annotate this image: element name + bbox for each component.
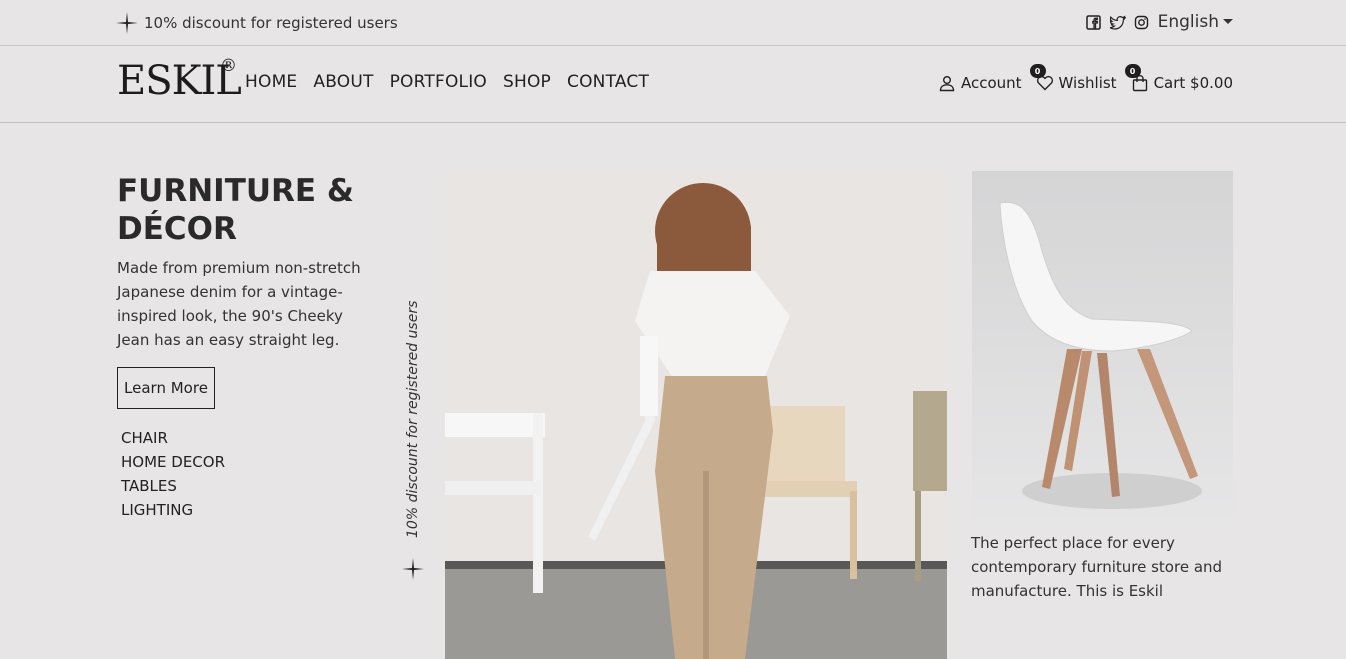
category-chair[interactable]: CHAIR bbox=[121, 426, 225, 450]
header-actions: Account 0 Wishlist 0 Cart $0.00 bbox=[938, 64, 1233, 92]
chair-product-image bbox=[972, 171, 1233, 530]
hero-title: FURNITURE & DÉCOR bbox=[117, 173, 354, 247]
nav-contact[interactable]: CONTACT bbox=[567, 72, 649, 92]
nav-shop[interactable]: SHOP bbox=[503, 72, 551, 92]
wishlist-label: Wishlist bbox=[1058, 74, 1117, 92]
promo-banner: 10% discount for registered users bbox=[116, 11, 398, 35]
language-label: English bbox=[1157, 12, 1219, 32]
cart-count-badge: 0 bbox=[1124, 64, 1141, 78]
nav-portfolio[interactable]: PORTFOLIO bbox=[390, 72, 487, 92]
nav-home[interactable]: HOME bbox=[245, 72, 297, 92]
account-link[interactable]: Account bbox=[938, 74, 1022, 92]
site-header: ESKIL ® HOME ABOUT PORTFOLIO SHOP CONTAC… bbox=[0, 46, 1346, 123]
hero-image bbox=[445, 171, 947, 659]
vertical-promo-text: 10% discount for registered users bbox=[405, 300, 421, 538]
category-lighting[interactable]: LIGHTING bbox=[121, 498, 225, 522]
caret-down-icon bbox=[1223, 18, 1233, 24]
facebook-icon[interactable] bbox=[1085, 14, 1101, 30]
cart-label: Cart $0.00 bbox=[1153, 74, 1233, 92]
twitter-icon[interactable] bbox=[1107, 14, 1127, 30]
category-tables[interactable]: TABLES bbox=[121, 474, 225, 498]
category-list: CHAIR HOME DECOR TABLES LIGHTING bbox=[121, 426, 225, 522]
account-label: Account bbox=[960, 74, 1022, 92]
top-bar: 10% discount for registered users Englis… bbox=[0, 0, 1346, 46]
category-home-decor[interactable]: HOME DECOR bbox=[121, 450, 225, 474]
wishlist-count-badge: 0 bbox=[1029, 64, 1046, 78]
side-caption: The perfect place for every contemporary… bbox=[971, 534, 1223, 600]
language-selector[interactable]: English bbox=[1158, 12, 1233, 32]
hero-description: Made from premium non-stretch Japanese d… bbox=[117, 259, 361, 349]
main-nav: HOME ABOUT PORTFOLIO SHOP CONTACT bbox=[245, 72, 649, 92]
registered-mark: ® bbox=[220, 56, 237, 76]
learn-more-button[interactable]: Learn More bbox=[117, 367, 215, 409]
wishlist-link[interactable]: 0 Wishlist bbox=[1029, 64, 1117, 92]
instagram-icon[interactable] bbox=[1134, 15, 1149, 30]
sparkle-icon bbox=[402, 558, 424, 580]
nav-about[interactable]: ABOUT bbox=[313, 72, 373, 92]
cart-link[interactable]: 0 Cart $0.00 bbox=[1124, 64, 1233, 92]
promo-text: 10% discount for registered users bbox=[144, 14, 398, 32]
top-right-controls: English bbox=[1085, 12, 1233, 32]
sparkle-icon bbox=[116, 12, 138, 34]
user-icon bbox=[938, 74, 956, 92]
